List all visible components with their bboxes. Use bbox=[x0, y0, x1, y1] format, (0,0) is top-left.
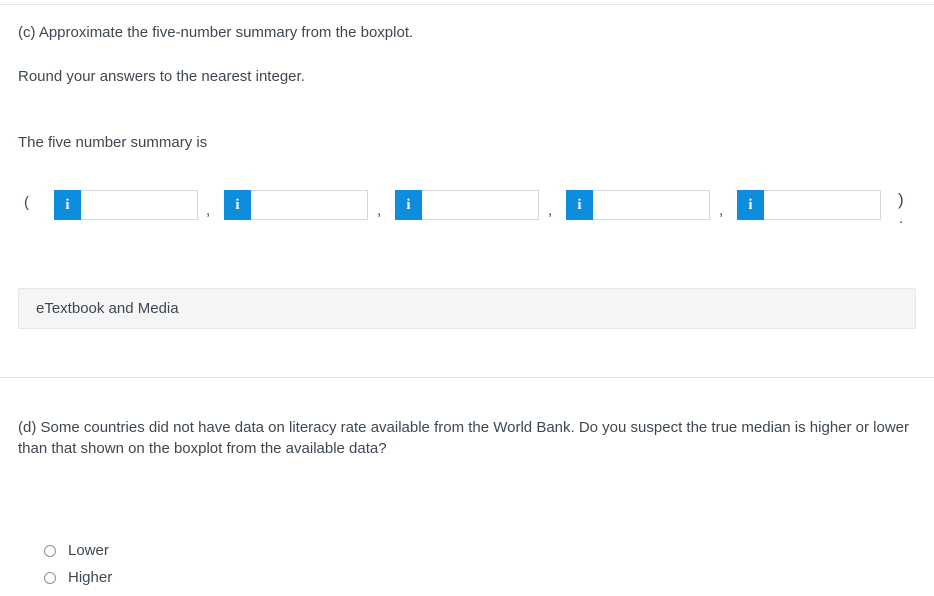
option-label-lower: Lower bbox=[68, 542, 109, 559]
info-icon-median[interactable]: i bbox=[395, 190, 422, 220]
option-lower[interactable]: Lower bbox=[44, 537, 112, 564]
question-d-prompt: (d) Some countries did not have data on … bbox=[18, 419, 910, 457]
radio-icon-higher[interactable] bbox=[44, 571, 56, 584]
info-icon-maximum[interactable]: i bbox=[737, 190, 764, 220]
answer-input-first-quartile[interactable] bbox=[251, 190, 368, 220]
open-paren: ( bbox=[24, 194, 29, 211]
section-divider bbox=[0, 377, 934, 378]
info-icon-minimum[interactable]: i bbox=[54, 190, 81, 220]
etextbook-and-media-bar[interactable]: eTextbook and Media bbox=[18, 288, 916, 329]
answer-field-group-first-quartile: i bbox=[224, 190, 368, 220]
trailing-period: . bbox=[899, 210, 904, 227]
answer-input-third-quartile[interactable] bbox=[593, 190, 710, 220]
answer-input-minimum[interactable] bbox=[81, 190, 198, 220]
answer-field-group-minimum: i bbox=[54, 190, 198, 220]
radio-icon-lower[interactable] bbox=[44, 544, 56, 557]
separator-comma-2: , bbox=[377, 202, 382, 219]
etextbook-and-media-label: eTextbook and Media bbox=[36, 300, 179, 317]
separator-comma-4: , bbox=[719, 202, 724, 219]
info-icon-third-quartile[interactable]: i bbox=[566, 190, 593, 220]
answer-input-maximum[interactable] bbox=[764, 190, 881, 220]
answer-field-group-third-quartile: i bbox=[566, 190, 710, 220]
option-higher[interactable]: Higher bbox=[44, 564, 112, 591]
close-paren: ) bbox=[898, 190, 904, 209]
rounding-instruction: Round your answers to the nearest intege… bbox=[18, 68, 305, 85]
question-d-options: Lower Higher bbox=[44, 537, 112, 591]
answer-input-median[interactable] bbox=[422, 190, 539, 220]
five-number-summary-label: The five number summary is bbox=[18, 134, 208, 151]
top-divider bbox=[0, 4, 934, 5]
five-number-answer-row: ( i , i , i , i , i ) . bbox=[18, 188, 918, 227]
option-label-higher: Higher bbox=[68, 569, 113, 586]
answer-field-group-maximum: i bbox=[737, 190, 881, 220]
info-icon-first-quartile[interactable]: i bbox=[224, 190, 251, 220]
question-c-prompt: (c) Approximate the five-number summary … bbox=[18, 24, 414, 41]
answer-field-group-median: i bbox=[395, 190, 539, 220]
separator-comma-1: , bbox=[206, 202, 211, 219]
separator-comma-3: , bbox=[548, 202, 553, 219]
